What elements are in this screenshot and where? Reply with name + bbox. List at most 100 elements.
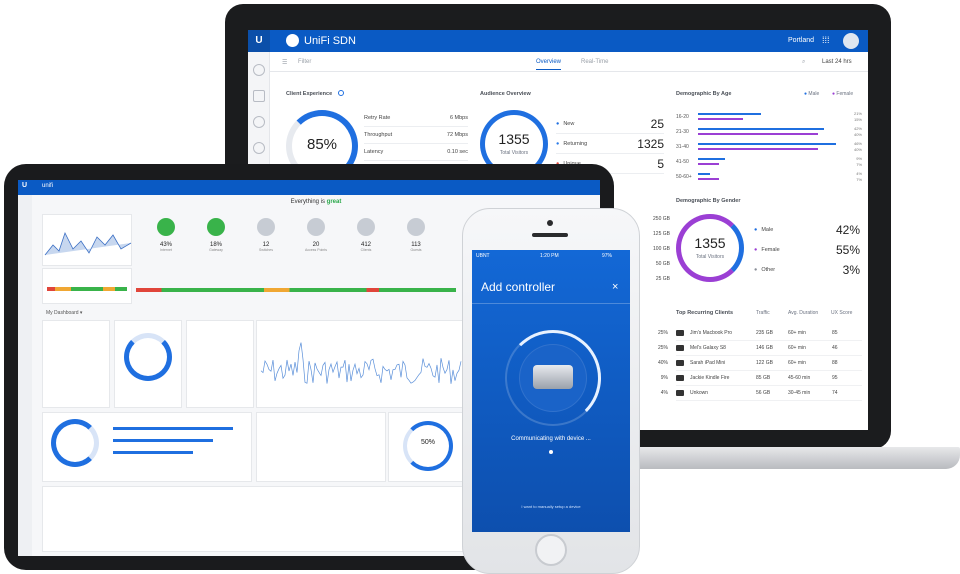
search-icon[interactable]: ⌕ — [802, 59, 805, 66]
metric-label: Latency — [364, 149, 384, 155]
metric-value: 72 Mbps — [446, 132, 468, 138]
site-selector[interactable]: Portland — [788, 37, 814, 44]
devices-icon[interactable] — [253, 116, 265, 128]
legend-dot-icon: ● — [556, 120, 560, 127]
age-value-female: 7% — [856, 162, 862, 167]
page-title: Add controller — [481, 280, 556, 294]
age-bar-female — [698, 148, 818, 150]
table-row[interactable]: Mel's Galaxy S8 146 GB 60+ min 46 — [676, 341, 862, 356]
uptime-bar — [136, 288, 456, 292]
traffic-value: 25 GB — [655, 276, 670, 282]
metric-row: Throughput 72 Mbps — [364, 127, 468, 144]
stat-tile[interactable]: 12 Switches — [242, 218, 290, 252]
phone-camera — [547, 220, 553, 226]
demographic-gender-title: Demographic By Gender — [676, 198, 741, 204]
gender-row: ● Other 3% — [754, 260, 860, 280]
age-value-male: 4% — [856, 171, 862, 176]
table-row[interactable]: Jackie Kindle Fire 85 GB 45-60 min 95 — [676, 371, 862, 386]
column-traffic[interactable]: Traffic — [756, 310, 770, 316]
age-bar-male — [698, 173, 710, 175]
stat-tile[interactable]: 43% Internet — [142, 218, 190, 252]
client-traffic: 56 GB — [756, 390, 771, 396]
avatar[interactable] — [843, 33, 859, 49]
tab-overview[interactable]: Overview — [536, 59, 562, 70]
table-row[interactable]: Unkown 56 GB 30-45 min 74 — [676, 386, 862, 401]
stat-label: Clients — [360, 248, 372, 252]
gauge-value: 50% — [420, 439, 435, 446]
gender-value: 42% — [835, 223, 860, 237]
legend-dot-icon: ● — [754, 267, 758, 273]
column-score[interactable]: UX Score — [831, 310, 852, 316]
tab-real-time[interactable]: Real-Time — [581, 59, 608, 65]
age-value-male: 9% — [856, 156, 862, 161]
metric-label: Throughput — [364, 132, 393, 138]
throughput-svg — [260, 342, 462, 384]
app-title: UniFi SDN — [304, 35, 356, 47]
clients-icon[interactable] — [253, 142, 265, 154]
latency-chart — [42, 268, 132, 304]
wan-chart-svg — [44, 231, 132, 256]
stats-row: 43% Internet 18% Gateway 12 Switches 20 Access … — [142, 214, 442, 294]
wifi-card — [42, 412, 252, 482]
home-button[interactable] — [535, 534, 567, 566]
audience-overview-title: Audience Overview — [480, 91, 531, 97]
demographic-age-title: Demographic By Age — [676, 91, 732, 97]
age-bar-female — [698, 118, 743, 120]
range-selector[interactable]: Last 24 hrs — [822, 59, 852, 65]
traffic-value: 50 GB — [655, 261, 670, 267]
stat-label: Gateway — [209, 248, 223, 252]
gender-value: 55% — [835, 243, 860, 257]
tablet-sidebar — [18, 195, 32, 556]
metric-value: 0.10 sec — [447, 149, 468, 155]
client-experience-title: Client Experience — [286, 91, 333, 97]
filter-icon[interactable]: ☰ — [282, 59, 287, 66]
carrier: UBNT — [476, 253, 490, 259]
stat-label: Guests — [410, 248, 422, 252]
unifi-logo[interactable]: U — [248, 30, 270, 52]
status-bar: UBNT 1:20 PM 97% — [472, 250, 630, 262]
client-score: 85 — [832, 330, 838, 336]
dashboard-selector[interactable]: My Dashboard ▾ — [46, 310, 82, 316]
metric-label: Retry Rate — [364, 115, 391, 121]
info-icon[interactable] — [338, 90, 344, 96]
legend-male: ● Male — [804, 91, 820, 97]
stat-tile[interactable]: 412 Clients — [342, 218, 390, 252]
age-label: 16-20 — [676, 114, 689, 120]
client-duration: 60+ min — [788, 330, 806, 336]
table-row[interactable]: Sarah iPad Mini 122 GB 60+ min 88 — [676, 356, 862, 371]
grid-icon[interactable]: ⁞⁞⁞ — [822, 35, 830, 45]
age-label: 41-50 — [676, 159, 689, 165]
column-duration[interactable]: Avg. Duration — [788, 310, 818, 316]
filter-input[interactable]: Filter — [298, 59, 311, 65]
traffic-percent: 4% — [660, 390, 668, 396]
age-value-male: 46% — [853, 141, 862, 146]
manual-setup-link[interactable]: I want to manually setup a device — [472, 504, 630, 509]
age-value-female: 40% — [853, 132, 862, 137]
statistics-icon[interactable] — [253, 90, 265, 102]
tablet-logo[interactable]: U — [22, 182, 27, 189]
traffic-value: 125 GB — [653, 231, 670, 237]
traffic-percent: 9% — [660, 375, 668, 381]
age-bar-female — [698, 178, 719, 180]
phone-screen: UBNT 1:20 PM 97% Add controller × Commun… — [472, 250, 630, 532]
client-ring-card — [114, 320, 182, 408]
wan-chart — [42, 214, 132, 266]
metric-value: 6 Mbps — [449, 115, 468, 121]
client-name: Jackie Kindle Fire — [690, 375, 730, 381]
client-name: Unkown — [690, 390, 709, 396]
device-icon — [676, 390, 684, 396]
throughput-chart — [256, 320, 466, 408]
stat-icon — [307, 218, 325, 236]
age-value-male: 42% — [853, 126, 862, 131]
dashboard-icon[interactable] — [253, 64, 265, 76]
audience-label-text: New — [563, 120, 575, 127]
close-icon[interactable]: × — [612, 281, 618, 293]
stat-tile[interactable]: 20 Access Points — [292, 218, 340, 252]
age-value-female: 7% — [856, 177, 862, 182]
stat-tile[interactable]: 113 Guests — [392, 218, 440, 252]
table-row[interactable]: Jim's Macbook Pro 235 GB 60+ min 85 — [676, 326, 862, 341]
stat-tile[interactable]: 18% Gateway — [192, 218, 240, 252]
bottom-table — [42, 486, 466, 552]
traffic-values: 250 GB 125 GB 100 GB 50 GB 25 GB — [640, 216, 670, 291]
gender-label: ● Male — [754, 227, 773, 233]
